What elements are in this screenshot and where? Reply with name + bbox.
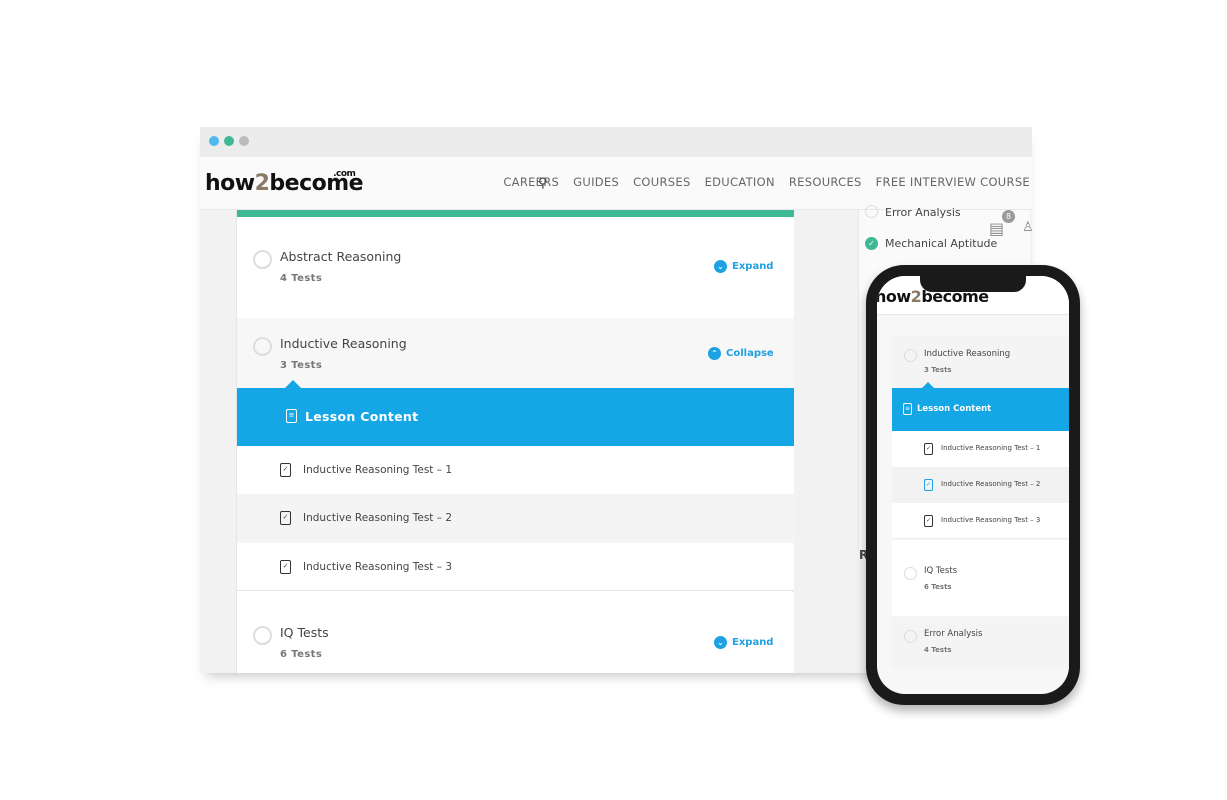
- section-count: 4 Tests: [924, 646, 952, 654]
- chevron-down-icon: ⌄: [714, 260, 727, 273]
- nav-education[interactable]: EDUCATION: [705, 175, 775, 189]
- status-circle: [253, 337, 272, 356]
- nav-free-interview-course[interactable]: FREE INTERVIEW COURSE: [876, 175, 1030, 189]
- test-title: Inductive Reasoning Test – 2: [941, 480, 1041, 488]
- section-title: IQ Tests: [280, 625, 329, 640]
- section-count: 4 Tests: [280, 273, 323, 284]
- phone-screen: how2become Inductive Reasoning 3 Tests ≡…: [877, 276, 1069, 694]
- test-title: Inductive Reasoning Test – 2: [303, 512, 453, 524]
- test-row[interactable]: ✓ Inductive Reasoning Test – 2: [892, 467, 1069, 503]
- section-iq-tests[interactable]: IQ Tests 6 Tests: [892, 540, 1069, 616]
- lesson-label: Lesson Content: [305, 409, 419, 424]
- test-title: Inductive Reasoning Test – 1: [941, 444, 1041, 452]
- test-icon: ✓: [280, 511, 291, 525]
- test-icon: ✓: [924, 515, 933, 527]
- sidebar-item[interactable]: Error Analysis: [885, 206, 961, 219]
- test-title: Inductive Reasoning Test – 3: [941, 516, 1041, 524]
- phone-notch: [920, 276, 1026, 292]
- logo[interactable]: how2become.com: [205, 169, 364, 196]
- test-icon: ✓: [924, 479, 933, 491]
- chevron-down-icon: ⌄: [714, 636, 727, 649]
- test-icon: ✓: [280, 560, 291, 574]
- section-count: 6 Tests: [924, 583, 952, 591]
- site-header: how2become.com ⚲ CAREERS GUIDES COURSES …: [200, 157, 1032, 210]
- status-circle: [253, 626, 272, 645]
- section-title: IQ Tests: [924, 566, 958, 576]
- section-count: 6 Tests: [280, 649, 323, 660]
- section-inductive-reasoning[interactable]: Inductive Reasoning 3 Tests: [892, 335, 1069, 388]
- test-row[interactable]: ✓ Inductive Reasoning Test – 3: [237, 543, 794, 591]
- check-icon: ✓: [865, 237, 878, 250]
- document-icon: ≡: [903, 403, 912, 415]
- pointer-arrow: [922, 382, 934, 388]
- sidebar-item[interactable]: Mechanical Aptitude: [885, 237, 997, 250]
- cart-badge: 8: [1002, 210, 1015, 223]
- window-dot[interactable]: [239, 136, 249, 146]
- test-title: Inductive Reasoning Test – 1: [303, 464, 453, 476]
- section-count: 3 Tests: [280, 360, 323, 371]
- status-circle: [904, 630, 917, 643]
- test-row[interactable]: ✓ Inductive Reasoning Test – 1: [237, 446, 794, 494]
- chevron-up-icon: ⌃: [708, 347, 721, 360]
- section-title: Inductive Reasoning: [280, 336, 407, 351]
- title-bar: [200, 127, 1032, 157]
- window-dot[interactable]: [224, 136, 234, 146]
- test-icon: ✓: [280, 463, 291, 477]
- basket-icon[interactable]: ▤: [989, 219, 1004, 238]
- pointer-arrow: [285, 380, 301, 388]
- section-count: 3 Tests: [924, 366, 952, 374]
- test-row[interactable]: ✓ Inductive Reasoning Test – 2: [237, 494, 794, 543]
- toggle-label: Expand: [732, 637, 774, 648]
- user-icon[interactable]: ♙: [1022, 220, 1032, 235]
- section-iq-tests[interactable]: IQ Tests 6 Tests ⌄ Expand: [237, 592, 794, 673]
- collapse-button[interactable]: ⌃ Collapse: [708, 347, 774, 360]
- lesson-label: Lesson Content: [917, 404, 992, 414]
- test-icon: ✓: [924, 443, 933, 455]
- window-dot[interactable]: [209, 136, 219, 146]
- phone-mockup: how2become Inductive Reasoning 3 Tests ≡…: [866, 265, 1080, 705]
- test-row[interactable]: ✓ Inductive Reasoning Test – 3: [892, 503, 1069, 539]
- section-title: Abstract Reasoning: [280, 249, 402, 264]
- section-title: Inductive Reasoning: [924, 349, 1011, 359]
- toggle-label: Expand: [732, 261, 774, 272]
- status-circle: [253, 250, 272, 269]
- progress-bar: [237, 210, 794, 217]
- nav-resources[interactable]: RESOURCES: [789, 175, 862, 189]
- status-circle: [904, 567, 917, 580]
- nav-careers[interactable]: CAREERS: [503, 175, 559, 189]
- test-row[interactable]: ✓ Inductive Reasoning Test – 1: [892, 431, 1069, 467]
- section-abstract-reasoning[interactable]: Abstract Reasoning 4 Tests ⌄ Expand: [237, 217, 794, 318]
- status-circle: [904, 349, 917, 362]
- course-panel: Abstract Reasoning 4 Tests ⌄ Expand Induc…: [236, 210, 794, 673]
- test-title: Inductive Reasoning Test – 3: [303, 561, 453, 573]
- section-inductive-reasoning[interactable]: Inductive Reasoning 3 Tests ⌃ Collapse: [237, 318, 794, 388]
- document-icon: ≡: [286, 409, 297, 423]
- section-error-analysis[interactable]: Error Analysis 4 Tests: [892, 617, 1069, 669]
- toggle-label: Collapse: [726, 348, 774, 359]
- expand-button[interactable]: ⌄ Expand: [714, 260, 773, 273]
- nav-guides[interactable]: GUIDES: [573, 175, 619, 189]
- lesson-content-header: ≡ Lesson Content: [892, 382, 1069, 431]
- main-nav: CAREERS GUIDES COURSES EDUCATION RESOURC…: [503, 175, 1030, 189]
- status-circle: [865, 205, 878, 218]
- expand-button[interactable]: ⌄ Expand: [714, 636, 773, 649]
- lesson-content-header: ≡ Lesson Content: [237, 380, 794, 446]
- nav-courses[interactable]: COURSES: [633, 175, 690, 189]
- section-title: Error Analysis: [924, 629, 983, 639]
